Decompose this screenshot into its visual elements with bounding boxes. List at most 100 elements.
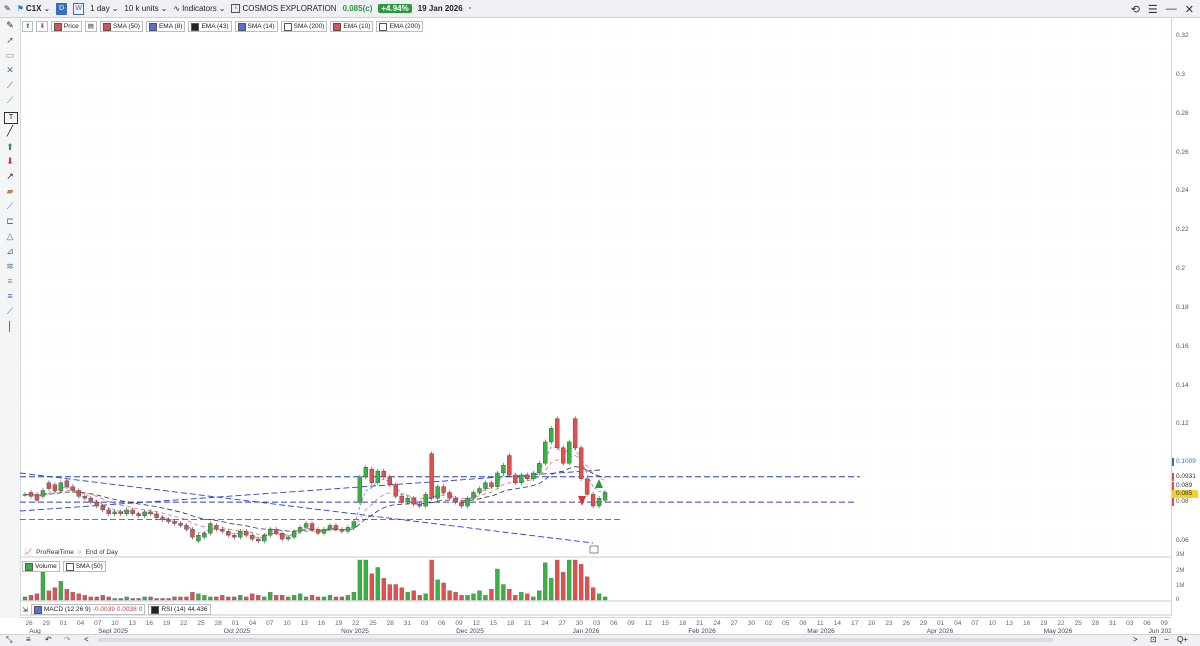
candle: [483, 482, 488, 489]
legend-ema-10[interactable]: EMA (10): [330, 21, 374, 32]
price-chart[interactable]: [20, 18, 1171, 617]
candle: [566, 441, 572, 464]
collapse-icon[interactable]: ⤡: [6, 635, 12, 645]
period-daily-button[interactable]: D: [56, 2, 68, 15]
crosshair-tool-icon[interactable]: ✕: [4, 65, 16, 75]
trendline-handle[interactable]: [589, 545, 599, 554]
undo-icon[interactable]: ↶: [45, 635, 52, 644]
time-axis-day: 01: [937, 620, 945, 627]
candle: [543, 441, 548, 464]
buy-arrow-icon[interactable]: ⬆: [4, 142, 16, 152]
time-axis-day: 14: [834, 620, 842, 627]
legend-label: EMA (200): [389, 23, 421, 30]
volume-bar: [238, 595, 243, 601]
volume-axis-label: 0: [1176, 597, 1180, 603]
indicators-button[interactable]: ∿ Indicators ⌄: [173, 4, 225, 13]
fit-icon[interactable]: ⊡: [1150, 635, 1157, 644]
scroll-left-button[interactable]: <: [84, 635, 89, 644]
legend-sma-200[interactable]: SMA (200): [280, 21, 328, 32]
triangle-tool-icon[interactable]: △: [4, 231, 16, 241]
legend-swatch: [53, 22, 62, 31]
candle: [339, 529, 345, 532]
volume-bar: [471, 593, 476, 601]
instrument-info[interactable]: i COSMOS EXPLORATION: [231, 4, 337, 13]
legend-sma-50[interactable]: SMA (50): [99, 21, 143, 32]
period-weekly-button[interactable]: W: [73, 2, 85, 15]
candle: [291, 531, 297, 538]
volume-bar: [369, 573, 374, 601]
time-scrollbar[interactable]: [98, 638, 1053, 642]
gann-tool-icon[interactable]: ⊿: [4, 246, 16, 256]
interval-dropdown[interactable]: 1 day ⌄: [90, 4, 118, 13]
fan-tool-icon[interactable]: ≋: [4, 261, 16, 271]
legend-ema-43[interactable]: EMA (43): [188, 21, 232, 32]
candle: [226, 531, 231, 536]
symbol-selector[interactable]: ⚑ C1X ⌄: [17, 4, 50, 13]
redo-icon[interactable]: ↷: [64, 635, 71, 644]
measure-tool-icon[interactable]: ⟋: [4, 306, 16, 316]
fib-tool-icon[interactable]: ▰: [4, 186, 16, 196]
expand-icon[interactable]: ⇲: [22, 606, 28, 614]
legend-volume-sma[interactable]: SMA (50): [62, 561, 106, 572]
fibo-extension-icon[interactable]: ≡: [4, 291, 16, 301]
time-axis-day: 16: [1023, 620, 1031, 627]
time-axis-day: 10: [111, 620, 119, 627]
menu-icon[interactable]: ≡: [26, 635, 31, 644]
rectangle-tool-icon[interactable]: ⊏: [4, 216, 16, 226]
close-icon[interactable]: ✕: [1185, 3, 1194, 16]
channel-tool-icon[interactable]: ⟋: [4, 201, 16, 211]
minimize-icon[interactable]: —: [1166, 3, 1177, 15]
legend-volume[interactable]: Volume: [22, 561, 60, 572]
legend-ema-8[interactable]: EMA (8): [145, 21, 186, 32]
zoom-in-button[interactable]: Q+: [1177, 635, 1188, 644]
pattern-tool-icon[interactable]: ⟋: [4, 95, 16, 105]
candle: [572, 418, 578, 448]
time-axis-day: 22: [352, 620, 360, 627]
trend-tool-icon[interactable]: ⟋: [4, 80, 16, 90]
up-arrow-icon[interactable]: ⬆: [22, 21, 34, 32]
vertical-line-icon[interactable]: │: [4, 321, 16, 331]
scroll-right-button[interactable]: >: [1133, 635, 1138, 644]
volume-bar: [279, 595, 285, 601]
legend-swatch: [151, 605, 160, 614]
text-tool-icon[interactable]: T: [4, 112, 18, 124]
down-arrow-icon[interactable]: ⬇: [36, 21, 48, 32]
list-icon[interactable]: ▤: [84, 21, 97, 32]
zoom-out-icon[interactable]: −: [1164, 635, 1169, 644]
legend-ema-200[interactable]: EMA (200): [376, 21, 424, 32]
menu-icon[interactable]: ☰: [1148, 3, 1158, 16]
legend-sma-14[interactable]: SMA (14): [234, 21, 278, 32]
volume-bar: [94, 596, 99, 601]
candle: [232, 534, 237, 538]
candle: [477, 488, 482, 493]
legend-price[interactable]: Price: [50, 21, 82, 32]
candle: [208, 523, 213, 534]
line-tool-icon[interactable]: ╱: [4, 127, 16, 137]
candle: [333, 525, 339, 530]
legend-swatch: [102, 22, 111, 31]
legend-label: SMA (50): [112, 23, 140, 30]
units-dropdown[interactable]: 10 k units ⌄: [124, 4, 167, 13]
legend-rsi[interactable]: RSI (14) 44.436: [148, 604, 211, 615]
pencil-tool-icon[interactable]: ✎: [4, 20, 16, 30]
fibo-retracement-icon[interactable]: ≡: [4, 276, 16, 286]
pointer-tool-icon[interactable]: ➚: [4, 35, 16, 45]
time-axis-day: 28: [215, 620, 223, 627]
price-axis[interactable]: 0.32 0.3 0.28 0.26 0.24 0.22 0.2 0.18 0.16 0.14 0.…: [1171, 18, 1200, 616]
candle: [561, 447, 566, 464]
macd-signal: 0.0038: [116, 606, 137, 613]
ruler-tool-icon[interactable]: ▭: [4, 50, 16, 60]
sell-arrow-icon[interactable]: ⬇: [4, 156, 16, 166]
arrow-tool-icon[interactable]: ↗: [4, 171, 16, 181]
candle: [495, 472, 500, 487]
legend-label: Price: [63, 23, 79, 30]
time-axis-day: 05: [782, 620, 790, 627]
price-tag: 0.1009: [1172, 457, 1198, 466]
legend-macd[interactable]: MACD (12 26 9) -0.0039 0.0038 0: [30, 604, 146, 615]
pencil-icon[interactable]: ✎: [4, 4, 11, 13]
bottom-toolbar: ⤡ ≡ ↶ ↷ < > ⊡ − Q+: [0, 634, 1200, 646]
volume-bar: [345, 595, 351, 601]
sync-icon[interactable]: ⟲: [1131, 3, 1140, 16]
time-axis[interactable]: 26 29 01 04 07 10 13 16 19 22 25 28 01 04 07 10 13 16 19 22…: [20, 617, 1171, 635]
calendar-icon[interactable]: ▫: [469, 5, 471, 12]
